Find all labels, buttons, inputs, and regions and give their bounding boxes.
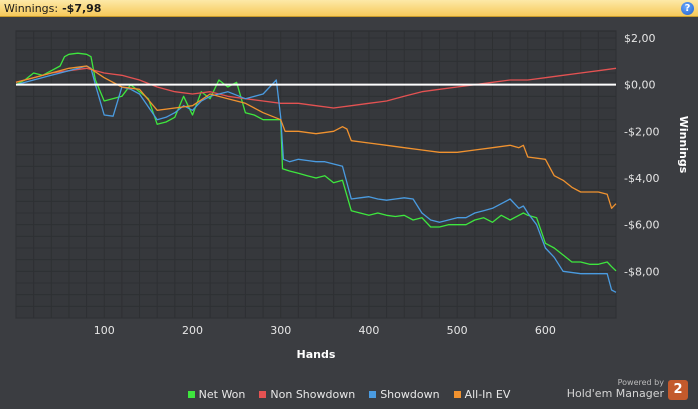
legend-label-showdown: Showdown <box>380 388 440 401</box>
brand-name: Hold'em Manager <box>566 387 664 400</box>
legend-label-net-won: Net Won <box>198 388 246 401</box>
y-axis-label: Winnings <box>677 116 690 174</box>
showdown-swatch <box>369 391 377 398</box>
y-tick-label: $0,00 <box>624 79 656 92</box>
hem-logo-icon: 2 <box>668 380 688 400</box>
x-tick-label: 400 <box>358 324 379 337</box>
y-tick-label: -$4,00 <box>624 172 659 185</box>
legend-label-all-in-ev: All-In EV <box>464 388 511 401</box>
y-tick-label: -$8,00 <box>624 265 659 278</box>
net-won-swatch <box>187 391 195 398</box>
legend-item-non-showdown[interactable]: Non Showdown <box>259 388 355 401</box>
powered-by-text: Powered by <box>617 378 664 387</box>
all-in-ev-swatch <box>453 391 461 398</box>
y-tick-label: $2,00 <box>624 32 656 45</box>
x-tick-label: 300 <box>270 324 291 337</box>
legend-item-showdown[interactable]: Showdown <box>369 388 440 401</box>
y-tick-label: -$2,00 <box>624 125 659 138</box>
x-tick-label: 200 <box>182 324 203 337</box>
x-tick-label: 100 <box>94 324 115 337</box>
brand: Powered by Hold'em Manager <box>567 378 664 400</box>
legend-item-all-in-ev[interactable]: All-In EV <box>453 388 511 401</box>
non-showdown-swatch <box>259 391 267 398</box>
winnings-chart: $2,00 $0,00 -$2,00 -$4,00 -$6,00 -$8,00 100 200… <box>15 30 690 361</box>
x-tick-label: 500 <box>447 324 468 337</box>
y-tick-label: -$6,00 <box>624 219 659 232</box>
legend-label-non-showdown: Non Showdown <box>270 388 356 401</box>
x-axis-label: Hands <box>297 348 336 361</box>
x-tick-label: 600 <box>535 324 556 337</box>
legend-item-net-won[interactable]: Net Won <box>187 388 246 401</box>
